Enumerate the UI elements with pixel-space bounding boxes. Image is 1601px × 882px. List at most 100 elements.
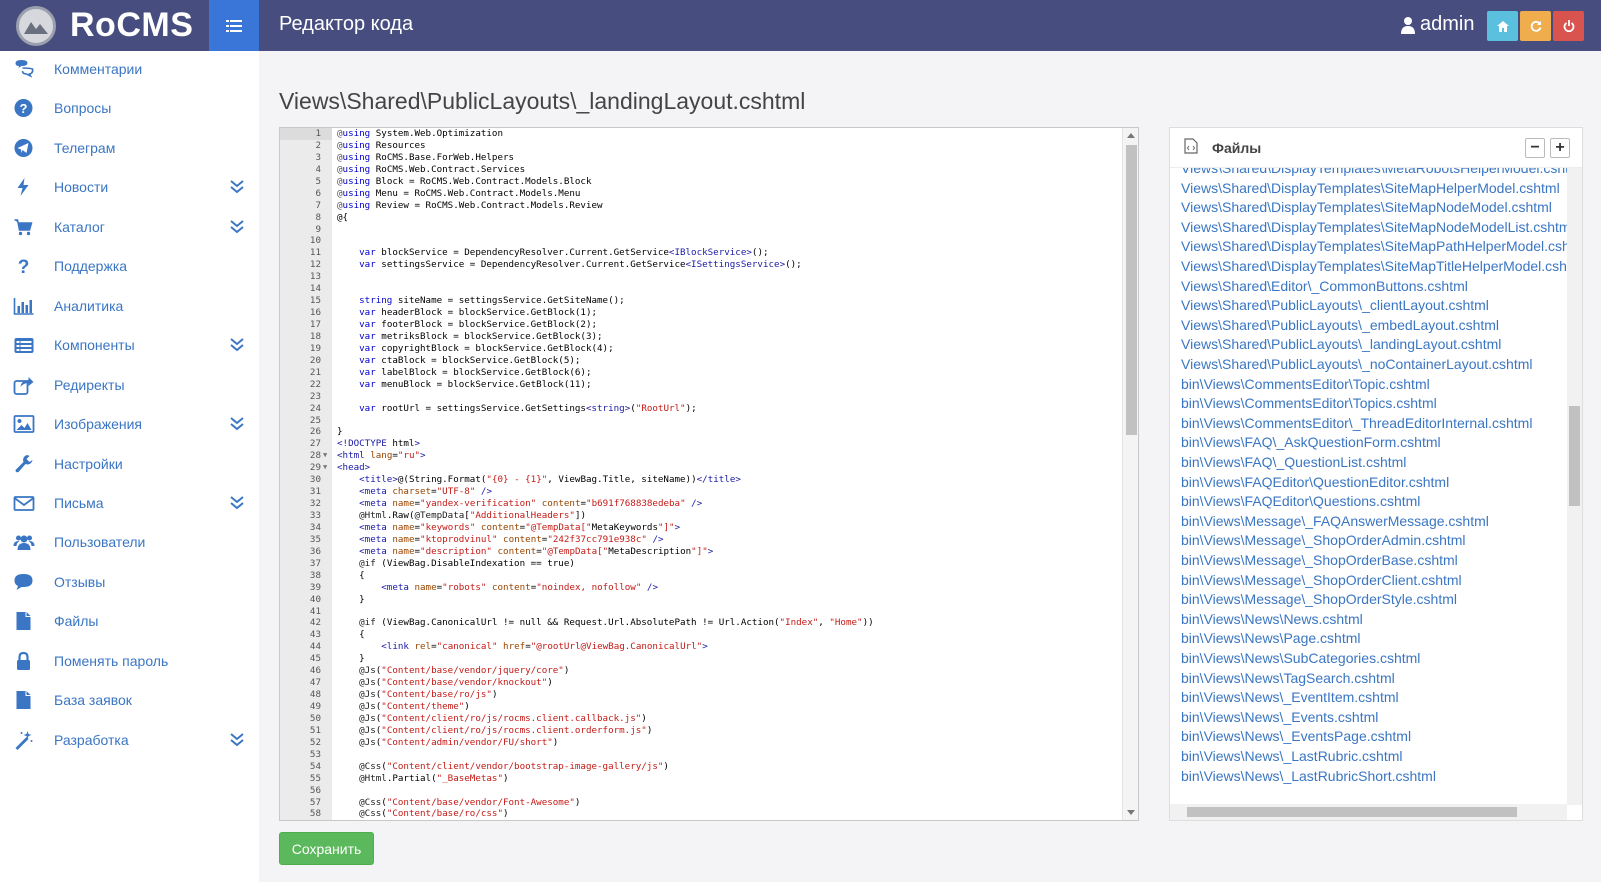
file-link[interactable]: bin\Views\FAQEditor\QuestionEditor.cshtm… xyxy=(1181,474,1449,490)
code-line[interactable]: 23 xyxy=(280,391,1124,403)
file-link[interactable]: bin\Views\Message\_ShopOrderAdmin.cshtml xyxy=(1181,532,1466,548)
file-link[interactable]: bin\Views\CommentsEditor\Topic.cshtml xyxy=(1181,376,1430,392)
editor-scrollbar[interactable] xyxy=(1122,128,1138,820)
sidebar-item[interactable]: ? Поддержка xyxy=(0,246,259,286)
code-line[interactable]: 5 @using Block = RoCMS.Web.Contract.Model… xyxy=(280,176,1124,188)
sidebar-item[interactable]: Редиректы xyxy=(0,365,259,405)
code-line[interactable]: 57 @Css("Content/base/vendor/Font-Awesom… xyxy=(280,797,1124,809)
code-line[interactable]: 32 <meta name="yandex-verification" cont… xyxy=(280,498,1124,510)
file-link[interactable]: bin\Views\News\_EventItem.cshtml xyxy=(1181,689,1399,705)
code-line[interactable]: 6 @using Menu = RoCMS.Web.Contract.Models… xyxy=(280,188,1124,200)
file-link[interactable]: bin\Views\Message\_ShopOrderStyle.cshtml xyxy=(1181,591,1457,607)
code-line[interactable]: 9 xyxy=(280,224,1124,236)
code-line[interactable]: 38 { xyxy=(280,570,1124,582)
code-line[interactable]: 27 <!DOCTYPE html> xyxy=(280,438,1124,450)
sidebar-item[interactable]: Изображения xyxy=(0,404,259,444)
file-link[interactable]: Views\Shared\DisplayTemplates\SiteMapNod… xyxy=(1181,219,1567,235)
file-link[interactable]: Views\Shared\PublicLayouts\_noContainerL… xyxy=(1181,356,1533,372)
sidebar-item[interactable]: Поменять пароль xyxy=(0,641,259,681)
code-line[interactable]: 11 var blockService = DependencyResolver… xyxy=(280,247,1124,259)
sidebar-item[interactable]: Письма xyxy=(0,483,259,523)
code-line[interactable]: 18 var metriksBlock = blockService.GetBl… xyxy=(280,331,1124,343)
file-link[interactable]: bin\Views\News\_LastRubric.cshtml xyxy=(1181,748,1403,764)
brand[interactable]: RoCMS xyxy=(0,0,209,51)
code-line[interactable]: 26} xyxy=(280,426,1124,438)
code-line[interactable]: 30 <title>@(String.Format("{0} - {1}", V… xyxy=(280,474,1124,486)
save-button[interactable]: Сохранить xyxy=(279,832,374,865)
code-line[interactable]: 10 xyxy=(280,235,1124,247)
collapse-all-button[interactable]: − xyxy=(1525,138,1545,158)
file-link[interactable]: bin\Views\News\_Events.cshtml xyxy=(1181,709,1378,725)
code-line[interactable]: 41 xyxy=(280,606,1124,618)
fold-arrow-icon[interactable]: ▼ xyxy=(323,450,327,462)
sidebar-item[interactable]: Отзывы xyxy=(0,562,259,602)
scrollbar-thumb[interactable] xyxy=(1187,807,1517,817)
sidebar-item[interactable]: Файлы xyxy=(0,601,259,641)
file-link[interactable]: bin\Views\CommentsEditor\Topics.cshtml xyxy=(1181,395,1437,411)
code-line[interactable]: 51 @Js("Content/client/ro/js/rocms.clien… xyxy=(280,725,1124,737)
file-link[interactable]: Views\Shared\PublicLayouts\_clientLayout… xyxy=(1181,297,1489,313)
fold-arrow-icon[interactable]: ▼ xyxy=(323,462,327,474)
scroll-up-icon[interactable] xyxy=(1127,133,1135,138)
code-line[interactable]: 53 xyxy=(280,749,1124,761)
code-line[interactable]: 37 @if (ViewBag.DisableIndexation == tru… xyxy=(280,558,1124,570)
code-line[interactable]: 43 { xyxy=(280,629,1124,641)
code-line[interactable]: 24 var rootUrl = settingsService.GetSett… xyxy=(280,403,1124,415)
code-line[interactable]: 13 xyxy=(280,271,1124,283)
refresh-button[interactable] xyxy=(1520,11,1551,41)
chevron-down-icon[interactable] xyxy=(229,337,245,353)
file-link[interactable]: bin\Views\FAQ\_QuestionList.cshtml xyxy=(1181,454,1406,470)
file-link[interactable]: bin\Views\News\TagSearch.cshtml xyxy=(1181,670,1395,686)
scroll-down-icon[interactable] xyxy=(1127,810,1135,815)
sidebar-item[interactable]: Комментарии xyxy=(0,49,259,89)
code-lines[interactable]: 1 @using System.Web.Optimization 2 @using R… xyxy=(280,128,1124,820)
code-line[interactable]: 50 @Js("Content/client/ro/js/rocms.clien… xyxy=(280,713,1124,725)
code-line[interactable]: 34 <meta name="keywords" content="@TempD… xyxy=(280,522,1124,534)
chevron-down-icon[interactable] xyxy=(229,179,245,195)
sidebar-item[interactable]: Аналитика xyxy=(0,286,259,326)
file-link[interactable]: bin\Views\News\News.cshtml xyxy=(1181,611,1363,627)
sidebar-item[interactable]: База заявок xyxy=(0,680,259,720)
file-link[interactable]: Views\Shared\DisplayTemplates\SiteMapTit… xyxy=(1181,258,1567,274)
chevron-down-icon[interactable] xyxy=(229,732,245,748)
code-line[interactable]: 22 var menuBlock = blockService.GetBlock… xyxy=(280,379,1124,391)
sidebar-item[interactable]: ? Вопросы xyxy=(0,88,259,128)
code-line[interactable]: 54 @Css("Content/client/vendor/bootstrap… xyxy=(280,761,1124,773)
code-line[interactable]: 15 string siteName = settingsService.Get… xyxy=(280,295,1124,307)
code-line[interactable]: 46 @Js("Content/base/vendor/jquery/core"… xyxy=(280,665,1124,677)
file-link[interactable]: bin\Views\Message\_FAQAnswerMessage.csht… xyxy=(1181,513,1489,529)
code-line[interactable]: 12 var settingsService = DependencyResol… xyxy=(280,259,1124,271)
chevron-down-icon[interactable] xyxy=(229,495,245,511)
file-link[interactable]: bin\Views\News\_EventsPage.cshtml xyxy=(1181,728,1411,744)
code-editor[interactable]: 1 @using System.Web.Optimization 2 @using R… xyxy=(279,127,1139,821)
scrollbar-thumb[interactable] xyxy=(1569,406,1580,506)
code-line[interactable]: 14 xyxy=(280,283,1124,295)
code-line[interactable]: 7 @using Review = RoCMS.Web.Contract.Mode… xyxy=(280,200,1124,212)
code-line[interactable]: 49 @Js("Content/theme") xyxy=(280,701,1124,713)
code-line[interactable]: 52 @Js("Content/admin/vendor/FU/short") xyxy=(280,737,1124,749)
sidebar-item[interactable]: Телеграм xyxy=(0,128,259,168)
file-link[interactable]: Views\Shared\PublicLayouts\_landingLayou… xyxy=(1181,336,1501,352)
file-link[interactable]: Views\Shared\DisplayTemplates\SiteMapHel… xyxy=(1181,180,1560,196)
expand-all-button[interactable]: + xyxy=(1550,138,1570,158)
file-link[interactable]: Views\Shared\DisplayTemplates\SiteMapPat… xyxy=(1181,238,1567,254)
code-line[interactable]: 25 xyxy=(280,415,1124,427)
sidebar-item[interactable]: Компоненты xyxy=(0,325,259,365)
file-link[interactable]: bin\Views\FAQ\_AskQuestionForm.cshtml xyxy=(1181,434,1441,450)
file-link[interactable]: bin\Views\Message\_ShopOrderBase.cshtml xyxy=(1181,552,1458,568)
files-horizontal-scrollbar[interactable] xyxy=(1170,804,1567,820)
sidebar-item[interactable]: Разработка xyxy=(0,720,259,760)
code-line[interactable]: 55 @Html.Partial("_BaseMetas") xyxy=(280,773,1124,785)
file-link[interactable]: Views\Shared\DisplayTemplates\SiteMapNod… xyxy=(1181,199,1552,215)
sidebar-item[interactable]: Пользователи xyxy=(0,522,259,562)
code-line[interactable]: 8 @{ xyxy=(280,212,1124,224)
file-link[interactable]: Views\Shared\DisplayTemplates\MetaRobots… xyxy=(1181,168,1567,176)
code-line[interactable]: 40 } xyxy=(280,594,1124,606)
code-line[interactable]: 31 <meta charset="UTF-8" /> xyxy=(280,486,1124,498)
scrollbar-thumb[interactable] xyxy=(1126,145,1137,435)
code-line[interactable]: 42 @if (ViewBag.CanonicalUrl != null && … xyxy=(280,617,1124,629)
sidebar-item[interactable]: Новости xyxy=(0,167,259,207)
chevron-down-icon[interactable] xyxy=(229,416,245,432)
code-line[interactable]: 36 <meta name="description" content="@Te… xyxy=(280,546,1124,558)
code-line[interactable]: 20 var ctaBlock = blockService.GetBlock(… xyxy=(280,355,1124,367)
